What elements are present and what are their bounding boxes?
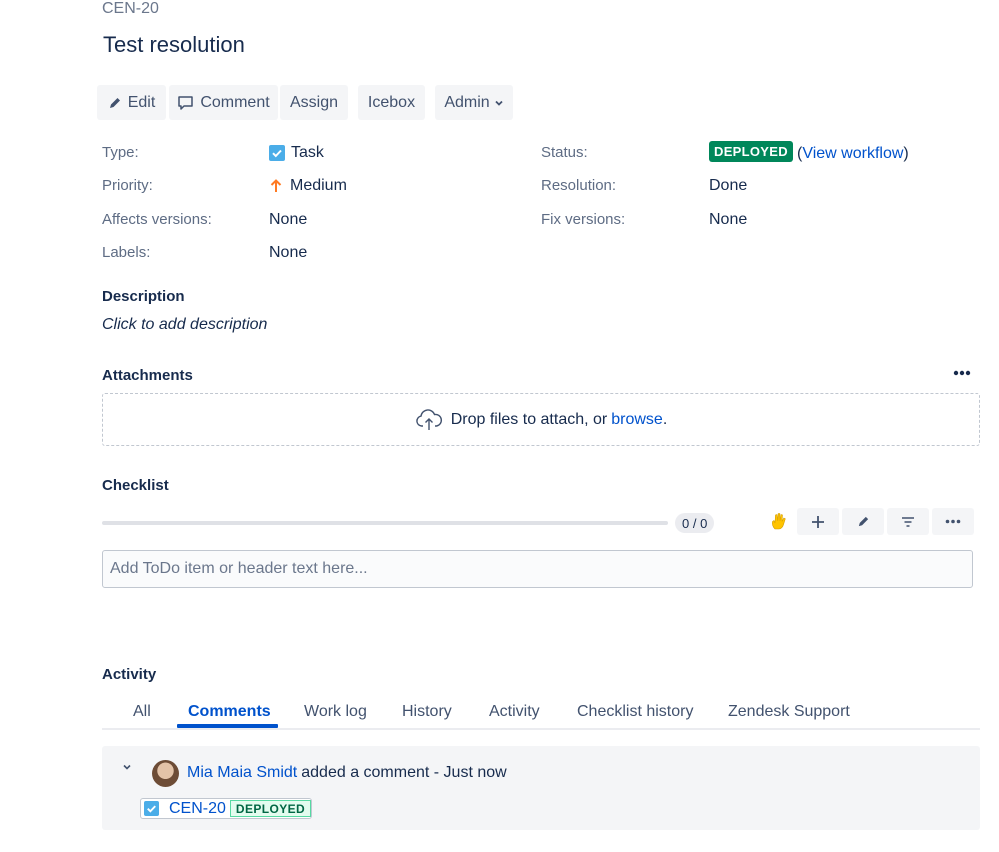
labels-label: Labels: (102, 244, 151, 261)
assign-button[interactable]: Assign (280, 85, 348, 120)
arrow-up-icon (270, 179, 282, 192)
add-checklist-item-button[interactable] (797, 508, 839, 535)
browse-link[interactable]: browse (611, 411, 663, 429)
affects-versions-label: Affects versions: (102, 211, 212, 228)
pencil-icon (109, 97, 120, 108)
comment-label: Comment (200, 93, 270, 111)
checklist-progress-count: 0 / 0 (675, 513, 715, 533)
tabs-divider (102, 728, 980, 730)
attachments-more-button[interactable] (950, 364, 974, 382)
tab-comments[interactable]: Comments (188, 703, 271, 721)
checklist-heading: Checklist (102, 477, 169, 494)
linked-issue-card[interactable]: CEN-20 DEPLOYED (140, 798, 313, 819)
hand-icon[interactable] (768, 510, 790, 532)
fix-versions-label: Fix versions: (541, 211, 626, 228)
avatar[interactable] (152, 760, 179, 787)
tab-all[interactable]: All (133, 703, 151, 721)
comment-header: Mia Maia Smidt added a comment - Just no… (187, 764, 507, 782)
activity-heading: Activity (102, 666, 157, 683)
description-placeholder[interactable]: Click to add description (102, 316, 267, 334)
type-value: Task (269, 144, 324, 162)
comment-action-text: added a comment - Just now (301, 764, 507, 781)
edit-button[interactable]: Edit (97, 85, 166, 120)
plus-icon (812, 515, 824, 528)
status-lozenge[interactable]: DEPLOYED (709, 141, 793, 162)
checklist-progress-bar (102, 521, 668, 525)
raised-hand-icon (772, 513, 786, 530)
issue-title[interactable]: Test resolution (103, 32, 245, 58)
comment-author-link[interactable]: Mia Maia Smidt (187, 764, 297, 782)
checklist-more-button[interactable] (932, 508, 974, 535)
tab-activity[interactable]: Activity (489, 703, 540, 721)
chevron-down-icon (123, 764, 131, 770)
drop-suffix: . (662, 410, 668, 428)
tab-work-log[interactable]: Work log (304, 703, 367, 721)
labels-value[interactable]: None (269, 244, 307, 262)
status-lozenge-text: DEPLOYED (709, 141, 793, 162)
description-heading: Description (102, 288, 185, 305)
active-tab-indicator (177, 724, 278, 728)
edit-checklist-button[interactable] (842, 508, 884, 535)
attachment-dropzone[interactable]: Drop files to attach, or browse. (102, 393, 980, 446)
pencil-icon (858, 516, 868, 527)
collapse-comment-button[interactable] (120, 760, 134, 774)
tab-history[interactable]: History (402, 703, 452, 721)
status-label: Status: (541, 144, 588, 161)
drop-text: Drop files to attach, or (450, 410, 608, 428)
type-label: Type: (102, 144, 139, 161)
tab-zendesk-support[interactable]: Zendesk Support (728, 703, 850, 721)
view-workflow-link[interactable]: View workflow (802, 145, 903, 163)
attachments-heading: Attachments (102, 367, 193, 384)
fix-versions-value[interactable]: None (709, 211, 747, 229)
affects-versions-value[interactable]: None (269, 211, 307, 229)
todo-input[interactable] (102, 550, 973, 588)
resolution-label: Resolution: (541, 177, 617, 194)
view-workflow: ( View workflow ) (797, 145, 909, 163)
chevron-down-icon (495, 100, 503, 106)
icebox-label: Icebox (367, 93, 416, 111)
tab-checklist-history[interactable]: Checklist history (577, 703, 693, 721)
task-icon (269, 145, 285, 161)
resolution-value: Done (709, 177, 748, 194)
linked-issue-key[interactable]: CEN-20 (169, 800, 226, 818)
linked-issue-status: DEPLOYED (229, 800, 312, 817)
priority-value: Medium (269, 177, 347, 195)
view-workflow-close-paren: ) (903, 145, 909, 162)
filter-checklist-button[interactable] (887, 508, 929, 535)
task-icon (144, 801, 159, 816)
more-icon (953, 370, 971, 376)
admin-label: Admin (444, 93, 490, 111)
edit-label: Edit (127, 93, 156, 111)
issue-key[interactable]: CEN-20 (102, 0, 159, 18)
icebox-button[interactable]: Icebox (358, 85, 425, 120)
comment-icon (178, 95, 194, 110)
priority-label: Priority: (102, 177, 153, 194)
admin-dropdown-button[interactable]: Admin (435, 85, 513, 120)
comment-button[interactable]: Comment (169, 85, 278, 120)
assign-label: Assign (289, 93, 339, 111)
filter-icon (902, 516, 914, 527)
cloud-upload-icon (415, 408, 442, 430)
more-icon (945, 519, 961, 524)
type-value-text: Task (291, 144, 324, 161)
priority-value-text: Medium (290, 177, 347, 194)
